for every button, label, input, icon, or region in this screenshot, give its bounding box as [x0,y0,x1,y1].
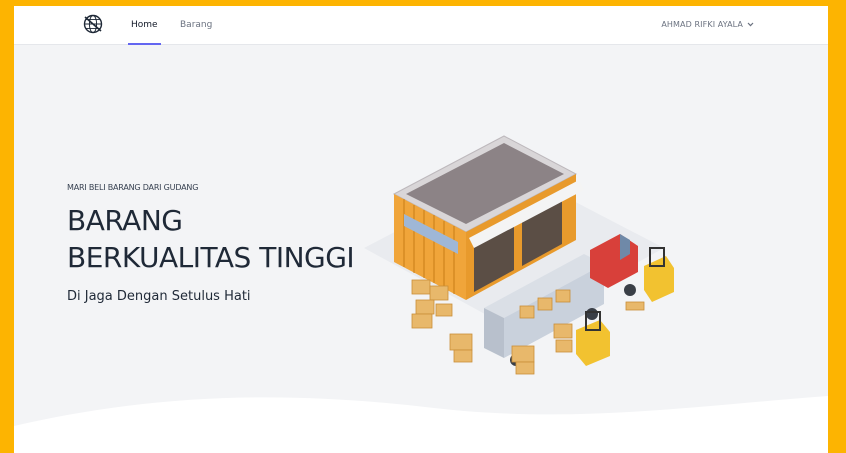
top-navbar: Home Barang AHMAD RIFKI AYALA [14,6,828,45]
footer-wave [14,396,828,453]
warehouse-illustration [364,135,674,375]
hero-subline: Di Jaga Dengan Setulus Hati [67,289,251,304]
chevron-down-icon [747,22,754,27]
hero-kicker: MARI BELI BARANG DARI GUDANG [67,183,199,192]
nav-link-barang[interactable]: Barang [180,6,212,44]
hero-headline: BARANG BERKUALITAS TINGGI [67,202,355,276]
app-frame: Home Barang AHMAD RIFKI AYALA MARI BELI … [14,6,828,453]
hero-headline-line-2: BERKUALITAS TINGGI [67,241,355,274]
user-name: AHMAD RIFKI AYALA [661,20,743,29]
hero-headline-line-1: BARANG [67,204,183,237]
globe-logo-icon[interactable] [83,13,103,35]
user-menu[interactable]: AHMAD RIFKI AYALA [661,6,754,44]
nav-link-home[interactable]: Home [128,6,161,45]
